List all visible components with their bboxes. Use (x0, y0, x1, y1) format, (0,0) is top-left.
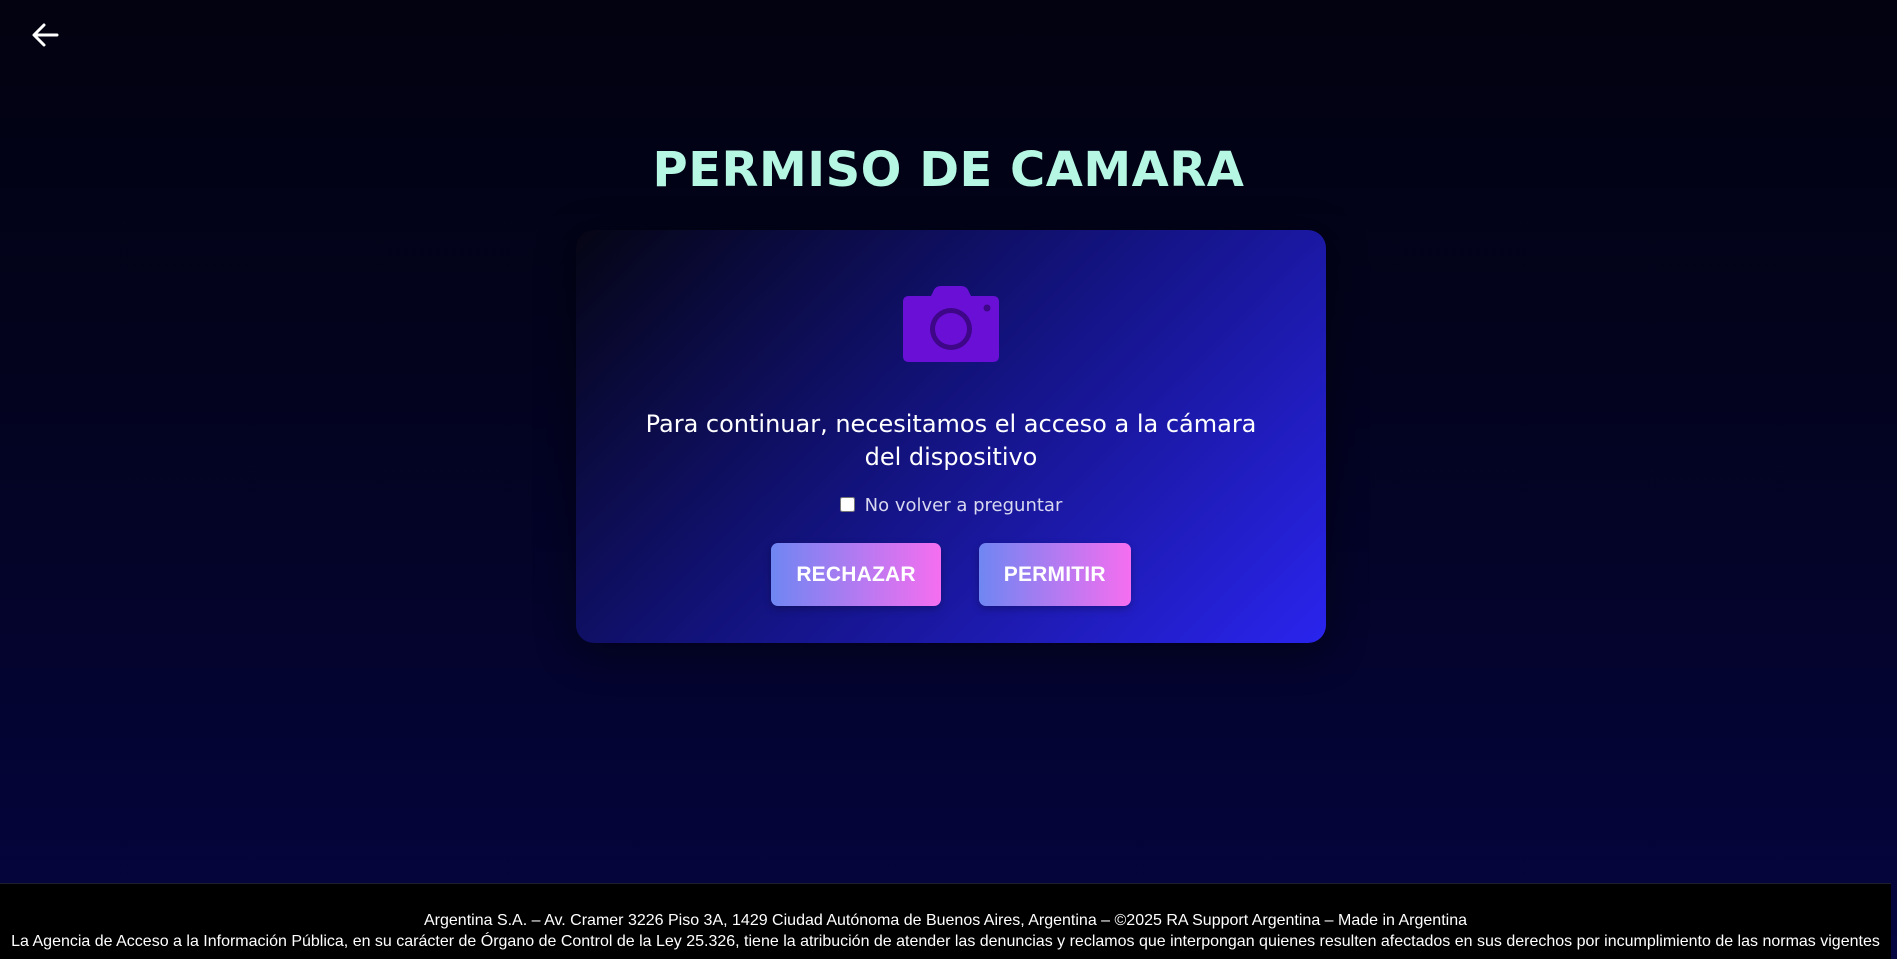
footer: Argentina S.A. – Av. Cramer 3226 Piso 3A… (0, 883, 1891, 959)
dont-ask-again-row: No volver a preguntar (576, 495, 1326, 516)
action-buttons: RECHAZAR PERMITIR (576, 543, 1326, 606)
footer-legal-notice: La Agencia de Acceso a la Información Pú… (11, 933, 1880, 950)
footer-address: Argentina S.A. – Av. Cramer 3226 Piso 3A… (424, 912, 1467, 929)
dont-ask-again-label: No volver a preguntar (864, 495, 1063, 516)
dont-ask-again-checkbox[interactable] (839, 497, 855, 512)
back-button[interactable] (26, 16, 64, 54)
page-title: PERMISO DE CAMARA (652, 142, 1245, 198)
permission-message: Para continuar, necesitamos el acceso a … (645, 410, 1257, 471)
camera-permission-card: Para continuar, necesitamos el acceso a … (576, 230, 1326, 643)
camera-icon (903, 286, 999, 362)
arrow-left-icon (32, 23, 59, 47)
reject-button[interactable]: RECHAZAR (771, 543, 941, 606)
allow-button[interactable]: PERMITIR (978, 543, 1131, 606)
